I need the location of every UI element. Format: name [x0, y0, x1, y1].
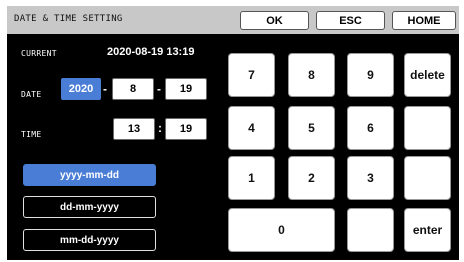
ok-button[interactable]: OK [240, 11, 309, 30]
key-7[interactable]: 7 [228, 53, 275, 97]
date-label: DATE [21, 90, 42, 99]
key-4[interactable]: 4 [228, 106, 275, 150]
current-label: CURRENT [21, 49, 57, 58]
date-separator: - [157, 82, 161, 96]
settings-screen: DATE & TIME SETTING OK ESC HOME CURRENT … [7, 6, 459, 260]
title-bar: DATE & TIME SETTING OK ESC HOME [7, 6, 459, 34]
key-3[interactable]: 3 [347, 156, 394, 200]
delete-key[interactable]: delete [404, 53, 451, 97]
time-label: TIME [21, 130, 42, 139]
key-9[interactable]: 9 [347, 53, 394, 97]
blank-key[interactable] [347, 208, 394, 252]
key-2[interactable]: 2 [288, 156, 335, 200]
enter-key[interactable]: enter [404, 208, 451, 252]
key-8[interactable]: 8 [288, 53, 335, 97]
time-separator: : [158, 121, 162, 135]
current-datetime: 2020-08-19 13:19 [107, 46, 195, 58]
date-separator: - [103, 82, 107, 96]
format-dd-mm-yyyy-button[interactable]: dd-mm-yyyy [23, 196, 156, 218]
page-title: DATE & TIME SETTING [14, 14, 123, 24]
minute-field[interactable]: 19 [165, 118, 207, 140]
blank-key[interactable] [404, 156, 451, 200]
blank-key[interactable] [404, 106, 451, 150]
esc-button[interactable]: ESC [316, 11, 385, 30]
key-1[interactable]: 1 [228, 156, 275, 200]
day-field[interactable]: 19 [165, 78, 207, 100]
format-mm-dd-yyyy-button[interactable]: mm-dd-yyyy [23, 229, 156, 251]
key-6[interactable]: 6 [347, 106, 394, 150]
home-button[interactable]: HOME [392, 11, 456, 30]
hour-field[interactable]: 13 [113, 118, 155, 140]
format-yyyy-mm-dd-button[interactable]: yyyy-mm-dd [23, 164, 156, 186]
key-0[interactable]: 0 [228, 208, 335, 252]
month-field[interactable]: 8 [112, 78, 154, 100]
year-field[interactable]: 2020 [61, 78, 101, 100]
key-5[interactable]: 5 [288, 106, 335, 150]
